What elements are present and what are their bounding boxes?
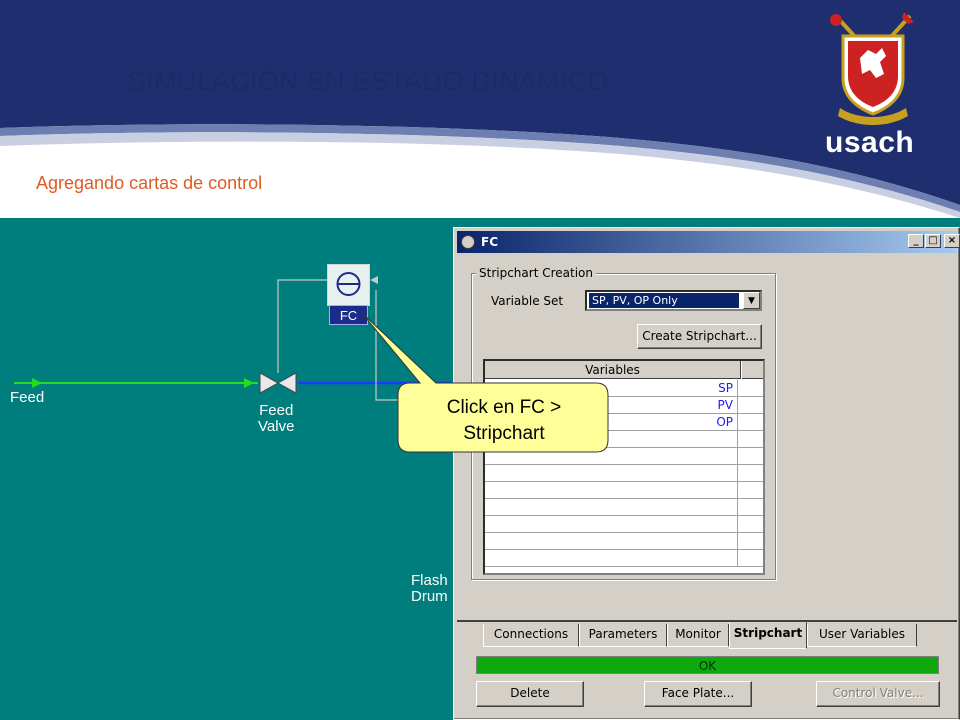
- feed-arrow-icon: [32, 378, 42, 388]
- window-titlebar[interactable]: FC _ □ ×: [457, 231, 960, 253]
- variable-cell[interactable]: [485, 482, 738, 499]
- tab-stripchart[interactable]: Stripchart: [729, 622, 807, 649]
- tab-connections[interactable]: Connections: [483, 624, 579, 647]
- variable-cell[interactable]: [485, 550, 738, 567]
- table-row[interactable]: [485, 516, 763, 533]
- control-valve-button[interactable]: Control Valve...: [816, 681, 940, 707]
- feed-valve-icon[interactable]: [259, 372, 297, 394]
- signal-line-op: [277, 279, 327, 373]
- chevron-down-icon[interactable]: ▼: [743, 292, 760, 309]
- flash-drum-label[interactable]: Flash Drum: [411, 573, 448, 605]
- create-stripchart-button[interactable]: Create Stripchart...: [637, 324, 762, 349]
- feed-valve-label[interactable]: Feed Valve: [258, 403, 294, 435]
- face-plate-button[interactable]: Face Plate...: [644, 681, 752, 707]
- window-system-menu-icon[interactable]: [461, 235, 475, 249]
- minimize-button[interactable]: _: [908, 234, 924, 248]
- status-bar: OK: [476, 656, 939, 674]
- table-row[interactable]: [485, 482, 763, 499]
- feed-valve-label-line2: Valve: [258, 418, 295, 435]
- variable-cell[interactable]: [485, 499, 738, 516]
- signal-arrow-icon: [370, 276, 378, 284]
- variable-cell[interactable]: [485, 448, 738, 465]
- variable-set-label: Variable Set: [491, 294, 564, 308]
- flow-controller-tag[interactable]: FC: [329, 305, 368, 325]
- feed-arrow-icon: [244, 378, 254, 388]
- variable-cell[interactable]: [485, 465, 738, 482]
- variables-table[interactable]: Variables SP PV OP: [483, 359, 765, 575]
- table-row[interactable]: [485, 550, 763, 567]
- fc-property-window[interactable]: FC _ □ × Stripchart Creation Variable Se…: [453, 227, 960, 720]
- delete-button[interactable]: Delete: [476, 681, 584, 707]
- table-row[interactable]: [485, 448, 763, 465]
- table-row[interactable]: [485, 465, 763, 482]
- variable-cell[interactable]: [485, 516, 738, 533]
- variable-cell[interactable]: [485, 533, 738, 550]
- callout-line1: Click en FC >: [446, 397, 562, 418]
- slide-header: SIMULACIÓN EN ESTADO DINÁMICO Agregando …: [0, 0, 960, 218]
- tab-parameters[interactable]: Parameters: [579, 624, 667, 647]
- feed-valve-label-line1: Feed: [259, 402, 294, 419]
- callout-text: Click en FC > Stripchart: [399, 395, 609, 447]
- slide-title: SIMULACIÓN EN ESTADO DINÁMICO: [128, 66, 609, 96]
- maximize-button[interactable]: □: [925, 234, 941, 248]
- variables-column-header-extra: [742, 361, 763, 379]
- usach-logo-text: usach: [825, 126, 915, 159]
- table-row[interactable]: [485, 499, 763, 516]
- feed-stream-label[interactable]: Feed: [10, 390, 44, 406]
- close-button[interactable]: ×: [944, 234, 960, 248]
- callout-line2: Stripchart: [463, 423, 545, 444]
- slide-subtitle: Agregando cartas de control: [36, 173, 263, 193]
- flash-drum-label-line2: Drum: [411, 588, 448, 605]
- tab-monitor[interactable]: Monitor: [667, 624, 729, 647]
- window-title: FC: [481, 235, 499, 249]
- stripchart-creation-label: Stripchart Creation: [476, 266, 596, 280]
- variable-set-value: SP, PV, OP Only: [589, 293, 739, 308]
- variables-column-header[interactable]: Variables: [485, 361, 741, 379]
- table-row[interactable]: [485, 533, 763, 550]
- flash-drum-label-line1: Flash: [411, 572, 448, 589]
- variable-set-dropdown[interactable]: SP, PV, OP Only ▼: [585, 290, 762, 311]
- tab-user-variables[interactable]: User Variables: [807, 624, 917, 647]
